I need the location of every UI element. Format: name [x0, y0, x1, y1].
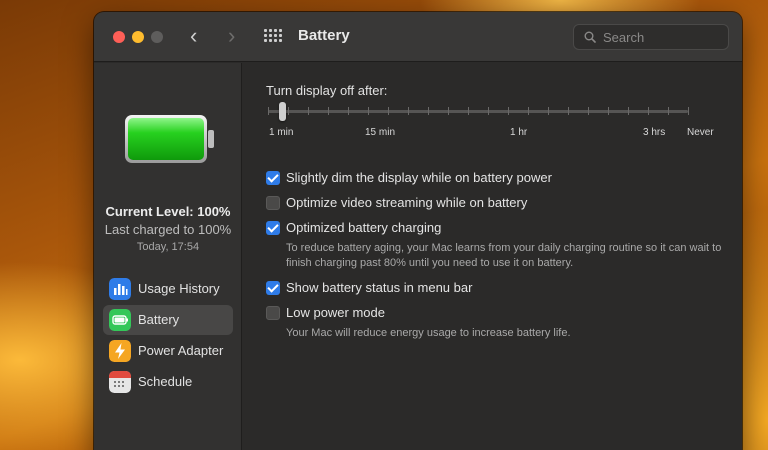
slider-tick [508, 107, 509, 115]
sidebar-item-label: Power Adapter [138, 343, 224, 358]
low-power-mode-description: Your Mac will reduce energy usage to inc… [286, 327, 571, 339]
sidebar-item-usage-history[interactable]: Usage History [103, 274, 233, 304]
slider-tick [268, 107, 269, 115]
battery-icon [109, 309, 131, 331]
optimized-charging-description: To reduce battery aging, your Mac learns… [286, 242, 722, 269]
battery-level-icon [125, 115, 214, 163]
display-off-slider-thumb[interactable] [279, 102, 286, 121]
slider-tick [428, 107, 429, 115]
slider-label-1hr: 1 hr [510, 127, 528, 138]
slider-tick [688, 107, 689, 115]
slider-tick [668, 107, 669, 115]
slider-tick [388, 107, 389, 115]
slider-label-3hrs: 3 hrs [643, 127, 666, 138]
close-button[interactable] [113, 31, 125, 43]
show-all-grid-icon[interactable] [264, 29, 282, 43]
slider-tick [308, 107, 309, 115]
slider-label-15min: 15 min [365, 127, 396, 138]
slider-tick [488, 107, 489, 115]
slider-label-never: Never [687, 127, 714, 138]
sidebar: Current Level: 100% Last charged to 100%… [94, 63, 242, 450]
back-chevron-icon[interactable]: ‹ [190, 24, 197, 48]
search-icon [584, 31, 596, 43]
option-label: Optimized battery charging [286, 220, 442, 235]
slider-tick [548, 107, 549, 115]
dim-display-checkbox[interactable] [266, 171, 280, 185]
sidebar-item-label: Battery [138, 312, 180, 327]
slider-tick [328, 107, 329, 115]
last-charged: Last charged to 100% [104, 222, 232, 237]
slider-tick [568, 107, 569, 115]
option-label: Optimize video streaming while on batter… [286, 195, 528, 210]
display-off-label: Turn display off after: [266, 83, 388, 98]
current-level: Current Level: 100% [105, 204, 231, 219]
forward-chevron-icon[interactable]: › [228, 24, 235, 48]
slider-tick [368, 107, 369, 115]
optimized-charging-checkbox[interactable] [266, 221, 280, 235]
slider-tick [628, 107, 629, 115]
title-bar: ‹ › Battery Search [94, 12, 742, 62]
slider-tick [408, 107, 409, 115]
battery-preferences-window: ‹ › Battery Search Current Level: 100% L… [94, 12, 742, 450]
show-battery-status-checkbox[interactable] [266, 281, 280, 295]
low-power-mode-checkbox[interactable] [266, 306, 280, 320]
search-field[interactable]: Search [573, 24, 729, 50]
slider-tick [348, 107, 349, 115]
bar-chart-icon [109, 278, 131, 300]
sidebar-item-label: Schedule [138, 374, 193, 389]
slider-tick [448, 107, 449, 115]
display-off-slider-track[interactable] [268, 110, 688, 113]
lightning-icon [109, 340, 131, 362]
slider-tick [528, 107, 529, 115]
optimize-video-checkbox[interactable] [266, 196, 280, 210]
option-label: Low power mode [286, 305, 385, 320]
option-label: Slightly dim the display while on batter… [286, 170, 552, 185]
slider-tick [588, 107, 589, 115]
sidebar-item-battery[interactable]: Battery [103, 305, 233, 335]
sidebar-item-schedule[interactable]: Schedule [103, 367, 233, 397]
charge-timestamp: Today, 17:54 [136, 241, 200, 253]
slider-tick [288, 107, 289, 115]
sidebar-item-power-adapter[interactable]: Power Adapter [103, 336, 233, 366]
slider-label-1min: 1 min [269, 127, 294, 138]
minimize-button[interactable] [132, 31, 144, 43]
slider-tick [608, 107, 609, 115]
main-panel: Turn display off after: 1 min 15 min 1 h… [243, 63, 742, 450]
window-title: Battery [298, 27, 350, 44]
calendar-icon [109, 371, 131, 393]
search-placeholder: Search [603, 30, 645, 45]
slider-tick [648, 107, 649, 115]
option-label: Show battery status in menu bar [286, 280, 473, 295]
sidebar-item-label: Usage History [138, 281, 220, 296]
slider-tick [468, 107, 469, 115]
zoom-button[interactable] [151, 31, 163, 43]
